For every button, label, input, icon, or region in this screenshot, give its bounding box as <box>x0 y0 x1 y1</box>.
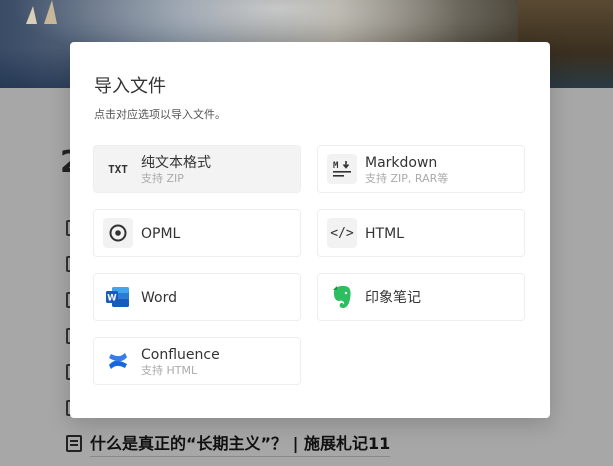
opml-icon <box>103 218 133 248</box>
dialog-title: 导入文件 <box>94 76 166 97</box>
option-label: 纯文本格式 <box>141 154 211 171</box>
option-label: OPML <box>141 225 181 242</box>
option-label: Confluence <box>141 346 220 363</box>
option-label: HTML <box>365 225 404 242</box>
opml-glyph <box>109 224 127 242</box>
import-option-confluence[interactable]: Confluence 支持 HTML <box>93 337 301 385</box>
article-link[interactable]: 什么是真正的“长期主义”？ | 施展札记11 <box>66 430 391 457</box>
cover-sail <box>26 6 37 24</box>
option-sublabel: 支持 ZIP <box>141 171 184 185</box>
import-option-opml[interactable]: OPML <box>93 209 301 257</box>
word-logo: W <box>106 287 129 307</box>
markdown-glyph: M <box>333 161 351 177</box>
svg-text:W: W <box>107 294 117 304</box>
import-option-html[interactable]: </> HTML <box>317 209 525 257</box>
import-option-markdown[interactable]: M Markdown 支持 ZIP, RAR等 <box>317 145 525 193</box>
word-icon: W <box>103 282 133 312</box>
evernote-logo <box>333 285 351 308</box>
option-label: Word <box>141 289 177 306</box>
html-code-icon: </> <box>327 218 357 248</box>
import-option-word[interactable]: W Word <box>93 273 301 321</box>
import-option-plain-text[interactable]: TXT 纯文本格式 支持 ZIP <box>93 145 301 193</box>
dialog-subtitle: 点击对应选项以导入文件。 <box>94 108 226 121</box>
option-label: Markdown <box>365 154 438 171</box>
confluence-icon <box>103 346 133 376</box>
txt-glyph: TXT <box>108 162 128 176</box>
option-sublabel: 支持 HTML <box>141 363 198 377</box>
import-file-dialog: 导入文件 点击对应选项以导入文件。 TXT 纯文本格式 支持 ZIP M Mar… <box>70 42 550 418</box>
confluence-logo <box>109 353 127 369</box>
option-sublabel: 支持 ZIP, RAR等 <box>365 171 449 185</box>
article-title[interactable]: 什么是真正的“长期主义”？ | 施展札记11 <box>90 430 391 457</box>
markdown-icon: M <box>327 154 357 184</box>
txt-icon: TXT <box>103 154 133 184</box>
option-label: 印象笔记 <box>365 289 421 306</box>
code-glyph: </> <box>330 225 354 241</box>
evernote-icon <box>327 282 357 312</box>
cover-sail <box>44 0 57 24</box>
document-icon <box>66 435 82 452</box>
import-option-evernote[interactable]: 印象笔记 <box>317 273 525 321</box>
svg-text:M: M <box>333 161 339 171</box>
